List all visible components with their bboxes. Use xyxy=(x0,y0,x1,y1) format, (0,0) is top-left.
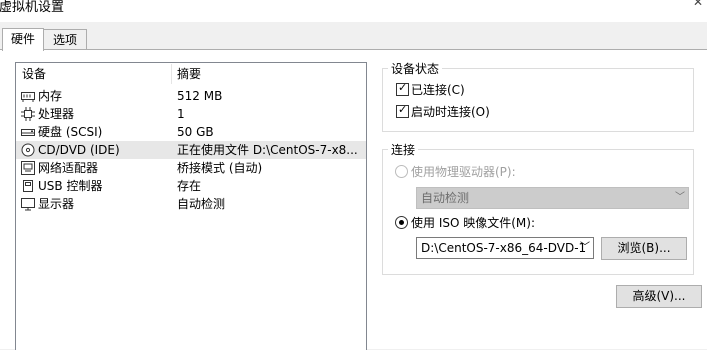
device-summary: 桥接模式 (自动) xyxy=(177,161,263,175)
hard-disk-icon xyxy=(21,125,35,139)
iso-path-value: D:\CentOS-7-x86_64-DVD-1 xyxy=(421,241,587,255)
device-name: 内存 xyxy=(38,89,63,103)
device-name: USB 控制器 xyxy=(38,179,103,193)
device-summary: 1 xyxy=(177,107,185,121)
checkmark-icon: ✓ xyxy=(398,81,408,94)
connected-checkbox[interactable]: ✓ xyxy=(396,81,409,96)
advanced-button[interactable]: 高级(V)... xyxy=(616,285,702,308)
column-header-device[interactable]: 设备 xyxy=(22,63,46,85)
display-icon xyxy=(21,197,35,211)
device-summary: 50 GB xyxy=(177,125,214,139)
connect-at-power-on-checkbox[interactable]: ✓ xyxy=(396,103,409,118)
iso-image-label[interactable]: 使用 ISO 映像文件(M): xyxy=(411,214,535,231)
radio-dot-icon xyxy=(399,220,404,225)
device-name: 处理器 xyxy=(38,107,75,121)
column-header-summary[interactable]: 摘要 xyxy=(177,63,201,85)
connection-legend: 连接 xyxy=(391,143,416,157)
checkmark-icon: ✓ xyxy=(398,103,408,116)
device-summary: 512 MB xyxy=(177,89,223,103)
device-name: 显示器 xyxy=(38,197,75,211)
device-row-hard-disk[interactable]: 硬盘 (SCSI) 50 GB xyxy=(16,123,366,141)
window-title: 虚拟机设置 xyxy=(0,0,65,15)
device-summary: 自动检测 xyxy=(177,197,226,211)
device-list: 设备 摘要 内存 512 MB 处理器 1 硬盘 (SCSI) 50 GB CD… xyxy=(15,62,367,350)
iso-path-combobox[interactable]: D:\CentOS-7-x86_64-DVD-1 ﹀ xyxy=(416,237,594,259)
device-row-memory[interactable]: 内存 512 MB xyxy=(16,87,366,105)
title-bar: 虚拟机设置 ✕ xyxy=(0,0,707,22)
memory-icon xyxy=(21,89,35,103)
connect-at-power-on-label[interactable]: 启动时连接(O) xyxy=(411,103,490,120)
browse-button[interactable]: 浏览(B)... xyxy=(601,237,687,260)
network-adapter-icon xyxy=(21,161,35,175)
physical-drive-value: 自动检测 xyxy=(421,191,470,205)
iso-image-radio[interactable] xyxy=(395,216,408,229)
processor-icon xyxy=(21,107,35,121)
device-summary: 存在 xyxy=(177,179,202,193)
device-name: 硬盘 (SCSI) xyxy=(38,125,103,139)
physical-drive-select[interactable]: 自动检测 ﹀ xyxy=(416,187,689,209)
physical-drive-radio[interactable] xyxy=(395,165,408,178)
close-icon[interactable]: ✕ xyxy=(693,0,703,9)
device-name: CD/DVD (IDE) xyxy=(38,143,120,157)
chevron-down-icon: ﹀ xyxy=(675,192,685,203)
device-row-processor[interactable]: 处理器 1 xyxy=(16,105,366,123)
chevron-down-icon[interactable]: ﹀ xyxy=(580,238,590,258)
device-row-usb-controller[interactable]: USB 控制器 存在 xyxy=(16,177,366,195)
device-name: 网络适配器 xyxy=(38,161,99,175)
cd-dvd-icon xyxy=(21,143,35,157)
connected-label[interactable]: 已连接(C) xyxy=(411,81,465,98)
usb-controller-icon xyxy=(21,179,35,193)
tab-hardware[interactable]: 硬件 xyxy=(2,28,44,51)
device-row-network-adapter[interactable]: 网络适配器 桥接模式 (自动) xyxy=(16,159,366,177)
tab-strip: 硬件 选项 xyxy=(0,28,707,51)
device-status-legend: 设备状态 xyxy=(391,62,440,76)
device-row-display[interactable]: 显示器 自动检测 xyxy=(16,195,366,213)
tab-options[interactable]: 选项 xyxy=(43,29,87,50)
column-separator[interactable] xyxy=(171,64,172,84)
device-row-cd-dvd[interactable]: CD/DVD (IDE) 正在使用文件 D:\CentOS-7-x8... xyxy=(16,141,366,159)
physical-drive-label[interactable]: 使用物理驱动器(P): xyxy=(411,163,516,180)
device-summary: 正在使用文件 D:\CentOS-7-x8... xyxy=(177,143,358,157)
